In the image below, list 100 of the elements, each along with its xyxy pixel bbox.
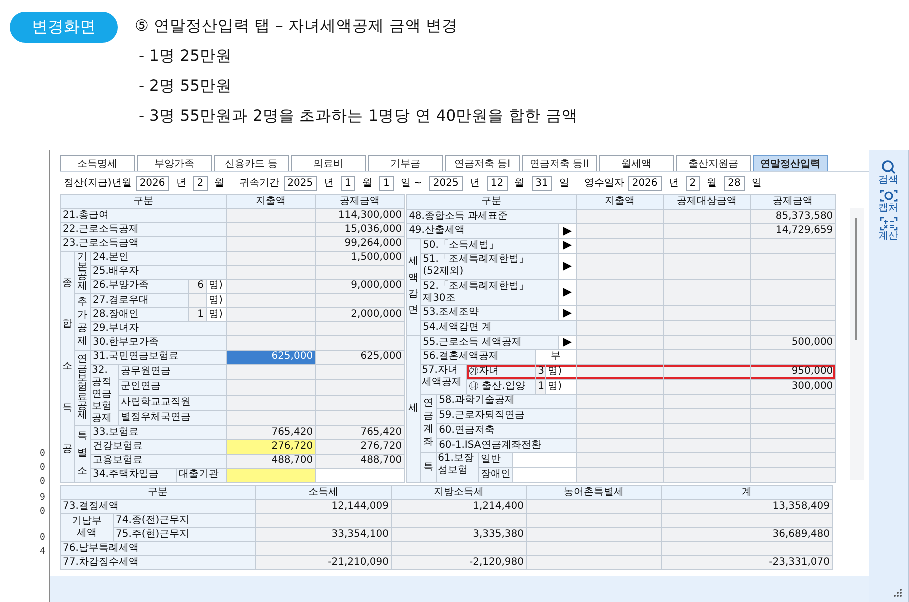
row-label: 추가공제 <box>74 293 90 350</box>
play-icon <box>563 288 572 298</box>
column-header: 구분 <box>406 194 577 210</box>
unit-label: 년 <box>324 177 334 190</box>
input-field[interactable] <box>512 468 577 482</box>
background-digit: 0 <box>40 448 46 461</box>
unit-label: 년 <box>176 177 186 190</box>
field-label: 영수일자 <box>584 177 624 190</box>
table-cell: -23,331,070 <box>662 556 832 570</box>
column-header: 공제대상금액 <box>664 194 751 210</box>
tab[interactable]: 연금저축 등II <box>522 155 597 171</box>
play-icon <box>563 262 572 271</box>
row-label: 연금계좌 <box>420 394 437 453</box>
table-cell: -21,210,090 <box>256 556 392 570</box>
tab[interactable]: 부양가족 <box>137 155 212 171</box>
row-label: 52.「조세특례제한법」 제30조 <box>420 280 559 306</box>
date-field[interactable]: 2026 <box>136 176 170 190</box>
camera-icon <box>880 189 898 203</box>
row-label: ㉯ 출산.입양 <box>466 379 536 394</box>
table-cell: 500,000 <box>750 335 836 350</box>
row-label: 기본공제 <box>74 251 90 294</box>
date-field[interactable]: 31 <box>532 176 552 190</box>
tab[interactable]: 의료비 <box>291 155 366 171</box>
play-icon <box>563 308 572 318</box>
tab[interactable]: 출산지원금 <box>676 155 751 171</box>
table-cell[interactable]: 625,000 <box>226 350 316 364</box>
description-text: ⑤ 연말정산입력 탭 – 자녀세액공제 금액 변경 <box>135 16 460 37</box>
row-label: 30.한부모가족 <box>90 336 227 350</box>
input-field[interactable] <box>226 468 316 482</box>
description-text: - 3명 55만원과 2명을 초과하는 1명당 연 40만원을 합한 금액 <box>138 106 578 127</box>
date-field[interactable]: 28 <box>724 176 745 190</box>
row-label: 60-1.ISA연금계좌전환 <box>436 438 577 453</box>
row-label: 28.장애인 <box>90 308 188 322</box>
row-label: 21.총급여 <box>60 208 227 223</box>
table-cell: 300,000 <box>750 379 836 394</box>
column-header: 농어촌특별세 <box>526 486 662 500</box>
unit-label: 년 <box>668 177 679 190</box>
background-digit: 0 <box>40 506 46 519</box>
row-label: 53.조세조약 <box>420 306 559 321</box>
table-cell: 2,000,000 <box>316 308 405 322</box>
row-label: 33.보험료 <box>90 426 227 440</box>
dropdown-field[interactable]: 부 <box>536 350 577 365</box>
row-label: 23.근로소득금액 <box>60 236 227 252</box>
column-header: 공제금액 <box>750 194 836 210</box>
row-label: 고용보험료 <box>90 454 227 468</box>
row-label: 57.자녀 세액공제 <box>420 364 467 394</box>
table-cell: 1,500,000 <box>316 251 405 266</box>
field-label: 정산(지급)년월 <box>64 177 132 190</box>
tab[interactable]: 신용카드 등 <box>214 155 289 171</box>
scrollbar-thumb[interactable] <box>855 218 858 340</box>
resize-grip-icon[interactable] <box>892 588 902 598</box>
column-header: 지출액 <box>576 194 664 210</box>
input-field[interactable]: 276,720 <box>226 440 316 454</box>
table-cell: 36,689,480 <box>662 528 832 542</box>
date-field[interactable]: 2 <box>686 176 700 190</box>
sidebar-button[interactable]: 계산 <box>878 217 898 242</box>
table-cell: 99,264,000 <box>316 236 405 252</box>
row-label: 31.국민연금보험료 <box>90 350 227 364</box>
row-label: 60.연금저축 <box>436 423 577 438</box>
row-label: 22.근로소득공제 <box>60 222 227 237</box>
table-cell: 488,700 <box>226 454 316 468</box>
input-field[interactable] <box>316 468 405 482</box>
scrollbar[interactable] <box>850 208 864 480</box>
table-cell: 276,720 <box>316 440 405 454</box>
unit-label: 일 <box>752 177 762 190</box>
tab[interactable]: 연말정산입력 <box>753 155 828 171</box>
table-cell: 12,144,009 <box>256 500 392 514</box>
row-label: 24.본인 <box>90 251 227 266</box>
date-field[interactable]: 1 <box>379 176 394 190</box>
table-cell: 114,300,000 <box>316 208 405 223</box>
unit-label: 년 <box>470 177 480 190</box>
row-label: 34.주택차입금 <box>90 468 176 482</box>
row-label: 75.주(현)근무지 <box>114 528 256 542</box>
search-icon <box>880 160 896 175</box>
date-field[interactable]: 12 <box>486 176 508 190</box>
unit-label: 월 <box>214 177 225 190</box>
table-cell: 14,729,659 <box>750 224 836 239</box>
row-label: 55.근로소득 세액공제 <box>420 335 559 350</box>
row-label: 50.「소득세법」 <box>420 238 559 254</box>
sidebar-button[interactable]: 검색 <box>878 160 898 186</box>
date-field[interactable]: 1 <box>341 176 356 190</box>
tab[interactable]: 연금저축 등I <box>445 155 520 171</box>
table-cell: 명) <box>546 379 577 394</box>
tab[interactable]: 소득명세 <box>60 155 135 171</box>
sidebar-button[interactable]: 캡처 <box>878 189 898 214</box>
date-field[interactable]: 2 <box>193 176 208 190</box>
date-field[interactable]: 2025 <box>429 176 463 190</box>
column-header: 지방소득세 <box>392 486 526 500</box>
field-label: 귀속기간 <box>240 177 280 190</box>
tab[interactable]: 월세액 <box>599 155 674 171</box>
tab[interactable]: 기부금 <box>368 155 443 171</box>
unit-label: 일 ~ <box>400 177 422 190</box>
input-field[interactable] <box>512 452 577 468</box>
date-field[interactable]: 2026 <box>628 176 662 190</box>
column-header: 소득세 <box>256 486 392 500</box>
background-digit: 9 <box>40 492 46 505</box>
row-label: 건강보험료 <box>90 440 227 454</box>
date-field[interactable]: 2025 <box>284 176 318 190</box>
table-cell: 13,358,409 <box>662 500 832 514</box>
row-label: 연금보험료공제 <box>74 350 90 426</box>
